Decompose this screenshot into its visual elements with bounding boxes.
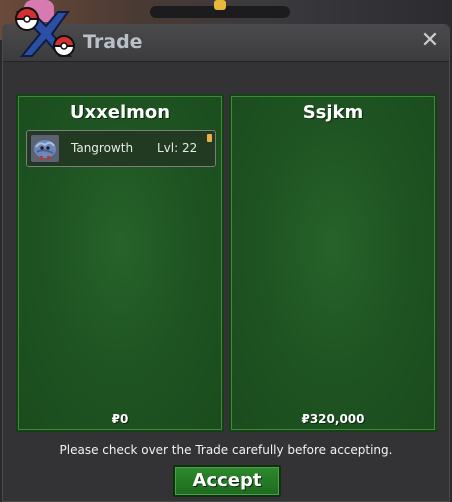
window-title: Trade (83, 31, 143, 53)
my-offer-panel: Uxxelmon Tangrowth Lvl: 22 ₽0 (16, 94, 224, 432)
close-button[interactable]: ✕ (419, 29, 441, 53)
pokeball-logo-icon (10, 2, 76, 64)
held-item-badge (207, 134, 212, 142)
tangrowth-icon (30, 134, 60, 163)
trade-notice: Please check over the Trade carefully be… (59, 443, 393, 457)
my-player-name: Uxxelmon (69, 102, 171, 123)
pokemon-name: Tangrowth (71, 141, 134, 155)
offered-pokemon-card[interactable]: Tangrowth Lvl: 22 (26, 130, 216, 167)
partner-money: ₽320,000 (301, 412, 365, 426)
coin-icon (214, 0, 226, 10)
my-money: ₽0 (111, 412, 129, 426)
accept-button[interactable]: Accept (173, 465, 281, 497)
partner-player-name: Ssjkm (302, 102, 364, 123)
trade-window: Trade ✕ Uxxelmon Tangrowth Lvl: 22 ₽0 Ss… (2, 24, 450, 502)
pokemon-level: Lvl: 22 (157, 141, 198, 155)
partner-offer-panel: Ssjkm ₽320,000 (229, 94, 437, 432)
